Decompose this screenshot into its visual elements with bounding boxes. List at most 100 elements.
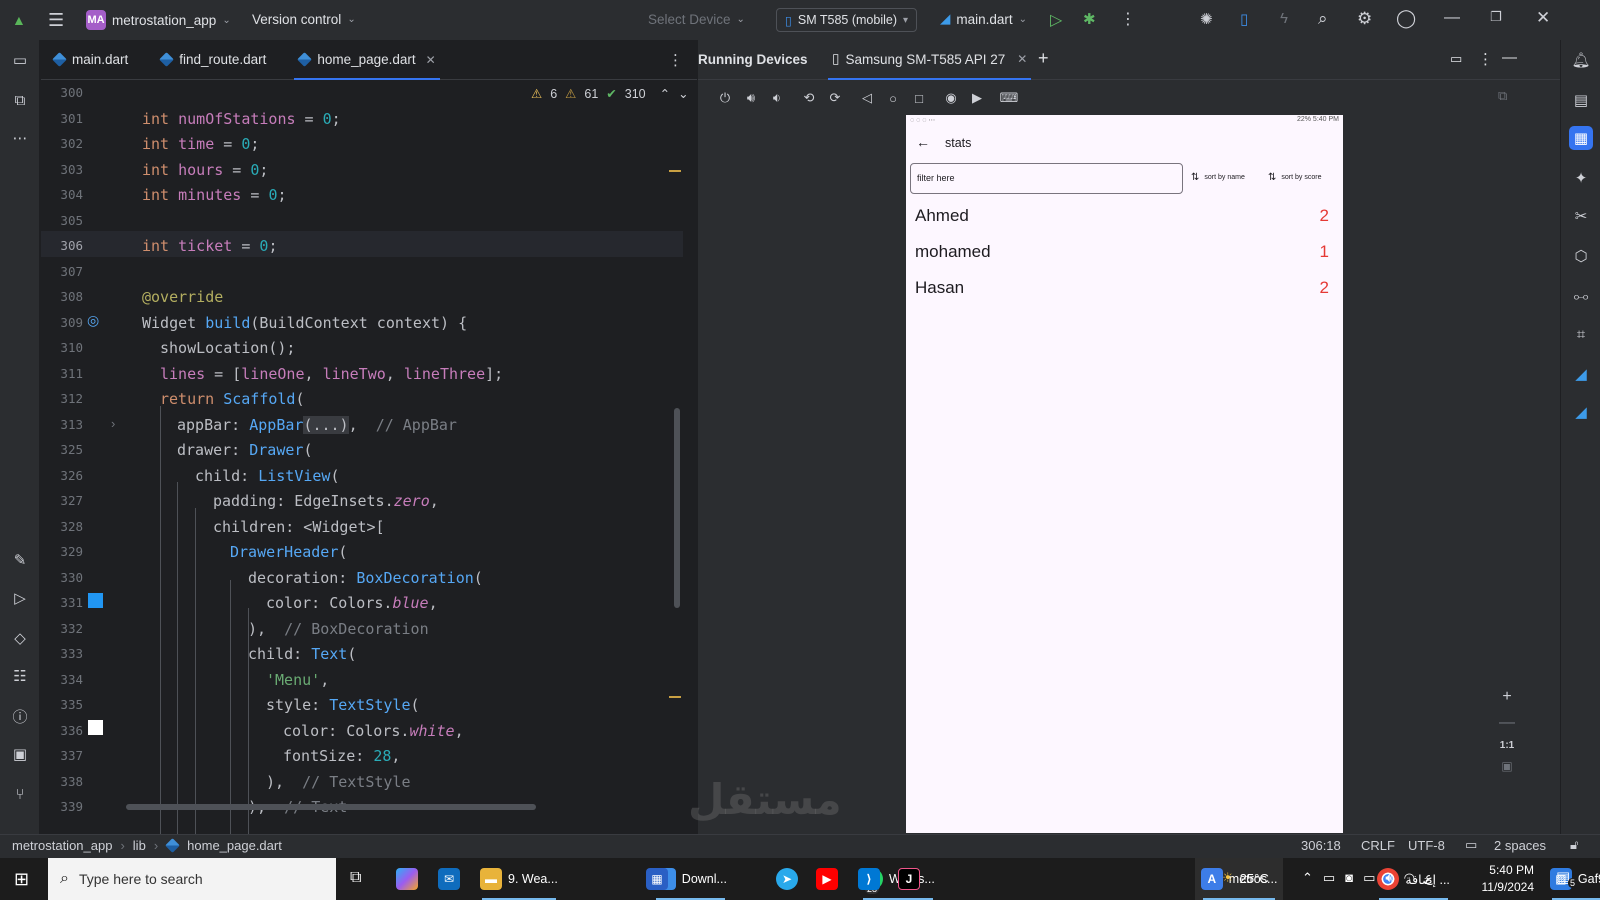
home-icon[interactable]: ○ <box>880 85 906 111</box>
wifi-icon[interactable]: ◠ <box>1404 870 1415 886</box>
restore-icon[interactable]: ❐ <box>1490 9 1502 25</box>
panel-layout-icon[interactable]: ▭ <box>1450 51 1462 67</box>
link-icon[interactable]: ⧟ <box>1569 284 1593 308</box>
sort-by-name-button[interactable]: ⇅ sort by name <box>1191 172 1245 183</box>
run-config-dropdown[interactable]: ◢ main.dart ⌄ <box>940 11 1027 27</box>
taskbar-app-weather-folder[interactable]: ▬ 9. Wea... <box>474 858 564 900</box>
add-device-icon[interactable]: + <box>1038 48 1049 69</box>
filter-input[interactable]: filter here <box>910 163 1183 194</box>
fold-chevron-icon[interactable]: › <box>111 416 115 431</box>
flutter-inspector-icon[interactable]: ▤ <box>1569 88 1593 112</box>
warning-marker[interactable] <box>669 696 681 698</box>
notifications-icon[interactable]: 🔔︎ <box>1569 48 1593 72</box>
close-tab-icon[interactable]: ✕ <box>1017 52 1027 66</box>
speaker-icon[interactable]: 🔊︎ <box>1385 870 1393 886</box>
flutter-performance-icon[interactable]: ◢ <box>1569 400 1593 424</box>
copilot-icon[interactable] <box>396 868 418 890</box>
folder-icon[interactable]: ▭ <box>8 48 32 72</box>
store-icon[interactable]: ▦ <box>646 868 668 890</box>
keyboard-icon[interactable]: ⌨ <box>996 85 1022 111</box>
terminal-icon[interactable]: ▣ <box>8 742 32 766</box>
screenshot-icon[interactable]: ◉ <box>938 85 964 111</box>
device-manager-icon[interactable]: ▯ <box>1240 10 1248 28</box>
back-icon[interactable]: ◁ <box>854 85 880 111</box>
power-icon[interactable]: ⏻ <box>712 85 738 111</box>
tools-icon[interactable]: ✂ <box>1569 204 1593 228</box>
code-area[interactable]: int numOfStations = 0; int time = 0; int… <box>126 80 686 834</box>
taskbar-search[interactable]: ⌕ Type here to search <box>48 858 336 900</box>
version-control-menu[interactable]: Version control ⌄ <box>252 12 356 27</box>
windows-start-icon[interactable]: ⊞ <box>14 869 29 890</box>
main-menu-icon[interactable]: ☰ <box>48 10 64 31</box>
indent-setting[interactable]: 2 spaces <box>1494 838 1546 853</box>
color-swatch-white[interactable] <box>88 720 103 735</box>
select-device-dropdown[interactable]: Select Device ⌄ <box>648 12 745 27</box>
tab-main-dart[interactable]: main.dart <box>41 40 140 80</box>
volume-down-icon[interactable]: 🔉︎ <box>764 85 790 111</box>
close-icon[interactable]: ✕ <box>1536 8 1550 28</box>
zoom-in-icon[interactable]: + <box>1502 688 1511 706</box>
tab-find-route-dart[interactable]: find_route.dart <box>148 40 278 80</box>
battery-icon[interactable]: ▭ <box>1363 870 1375 886</box>
running-devices-icon[interactable]: ▦ <box>1569 126 1593 150</box>
close-tab-icon[interactable]: ✕ <box>426 53 436 67</box>
zoom-actual-size[interactable]: 1:1 <box>1500 740 1514 751</box>
weather-widget[interactable]: ☀ 25°C <box>1222 870 1269 886</box>
panel-hide-icon[interactable]: — <box>1502 49 1517 66</box>
zoom-fit-icon[interactable]: ▣ <box>1501 759 1512 773</box>
debug-icon[interactable]: ✱ <box>1083 10 1096 28</box>
volume-up-icon[interactable]: 🔊︎ <box>738 85 764 111</box>
git-icon[interactable]: ⑂ <box>8 782 32 806</box>
bug-icon[interactable]: ✺ <box>1200 10 1213 28</box>
vertical-scrollbar[interactable] <box>674 408 680 608</box>
problems-icon[interactable]: ⓘ <box>8 704 32 728</box>
youtube-icon[interactable]: ▶ <box>816 868 838 890</box>
more-horiz-icon[interactable]: ⋯ <box>8 126 32 150</box>
camera-icon[interactable]: ◙ <box>1345 870 1353 886</box>
vscode-icon[interactable]: ⟩ <box>858 868 880 890</box>
tab-home-page-dart[interactable]: home_page.dart ✕ <box>286 40 447 80</box>
gear-icon[interactable]: ⚙ <box>1357 9 1372 29</box>
screen-record-icon[interactable]: ▶ <box>964 85 990 111</box>
clock[interactable]: 5:40 PM 11/9/2024 <box>1464 862 1535 896</box>
mirror-icon[interactable]: ⧉ <box>1498 88 1507 104</box>
paint-icon[interactable]: ✎ <box>8 548 32 572</box>
account-icon[interactable]: ◯ <box>1396 8 1416 29</box>
panel-more-icon[interactable]: ⋮ <box>1478 50 1493 68</box>
rotate-right-icon[interactable]: ⟳ <box>822 85 848 111</box>
telegram-icon[interactable]: ➤ <box>776 868 798 890</box>
back-arrow-icon[interactable]: ← <box>916 134 930 150</box>
chevron-up-icon[interactable]: ⌃ <box>1302 870 1313 886</box>
jetbrains-icon[interactable]: J <box>898 868 920 890</box>
list-item[interactable]: Hasan 2 <box>915 276 1335 306</box>
flutter-outline-icon[interactable]: ◢ <box>1569 362 1593 386</box>
list-item[interactable]: Ahmed 2 <box>915 204 1335 234</box>
cursor-position[interactable]: 306:18 <box>1301 838 1341 853</box>
run-icon[interactable]: ▷ <box>1050 10 1062 30</box>
device-dropdown[interactable]: ▯ SM T585 (mobile) ▾ <box>776 8 918 32</box>
more-vert-icon[interactable]: ⋮ <box>1120 9 1136 29</box>
color-swatch-blue[interactable] <box>88 593 103 608</box>
lock-icon[interactable]: 🔓︎ <box>1570 837 1578 853</box>
breadcrumb-project[interactable]: metrostation_app <box>12 838 112 853</box>
file-encoding[interactable]: UTF-8 <box>1408 838 1445 853</box>
line-separator[interactable]: CRLF <box>1361 838 1395 853</box>
notification-center-icon[interactable]: ▤ 5 <box>1556 868 1578 888</box>
search-icon[interactable]: ⌕ <box>1318 9 1328 29</box>
rotate-left-icon[interactable]: ⟲ <box>796 85 822 111</box>
layout-inspector-icon[interactable]: ⌗ <box>1569 322 1593 346</box>
task-view-icon[interactable]: ⧉ <box>350 869 361 887</box>
mail-icon[interactable]: ✉ <box>438 868 460 890</box>
readonly-icon[interactable]: ▭ <box>1465 837 1477 853</box>
breadcrumb-file[interactable]: home_page.dart <box>187 838 282 853</box>
gemini-icon[interactable]: ✦ <box>1569 166 1593 190</box>
overview-icon[interactable]: □ <box>906 85 932 111</box>
input-language[interactable]: ع <box>1425 870 1433 886</box>
structure-icon[interactable]: ⧉ <box>8 88 32 112</box>
horizontal-scrollbar[interactable] <box>126 804 536 810</box>
override-marker-icon[interactable]: ◎ <box>87 312 99 329</box>
device-explorer-icon[interactable]: ⬡ <box>1569 244 1593 268</box>
sort-by-score-button[interactable]: ⇅ sort by score <box>1268 172 1321 183</box>
device-screen[interactable]: ◌ ◌ ◌ ⋯ 22% 5:40 PM ← stats filter here … <box>906 115 1343 833</box>
terminal-cat-icon[interactable]: ☷ <box>8 664 32 688</box>
